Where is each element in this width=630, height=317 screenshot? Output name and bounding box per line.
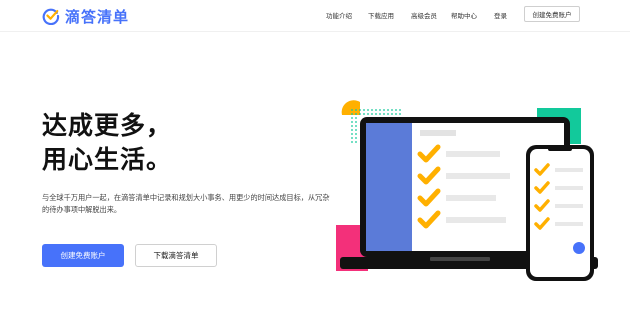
- top-navbar: 滴答清单 功能介绍 下载应用 高级会员 帮助中心 登录 创建免费账户: [0, 0, 630, 32]
- nav-download[interactable]: 下载应用: [368, 10, 394, 20]
- download-app-button[interactable]: 下载滴答清单: [135, 244, 217, 267]
- check-circle-icon: [42, 8, 60, 25]
- brand-logo[interactable]: 滴答清单: [42, 6, 129, 26]
- nav-premium[interactable]: 高级会员: [411, 10, 437, 20]
- nav-help[interactable]: 帮助中心: [451, 10, 477, 20]
- nav-login[interactable]: 登录: [494, 10, 507, 20]
- hero-headline-line1: 达成更多，: [42, 111, 173, 140]
- laptop-sidebar: [366, 123, 412, 251]
- hero-subtitle: 与全球千万用户一起，在滴答清单中记录和规划大小事务、用更少的时间达成目标，从冗杂…: [42, 193, 330, 214]
- hero-headline-line2: 用心生活。: [42, 145, 173, 174]
- signup-header-button[interactable]: 创建免费账户: [524, 6, 580, 22]
- add-task-fab-icon: [573, 242, 585, 254]
- nav-features[interactable]: 功能介绍: [326, 10, 352, 20]
- brand-name: 滴答清单: [65, 7, 130, 26]
- laptop-phone-checklist-illustration: [336, 100, 598, 281]
- create-account-button[interactable]: 创建免费账户: [42, 244, 124, 267]
- yellow-shape: [341, 100, 360, 115]
